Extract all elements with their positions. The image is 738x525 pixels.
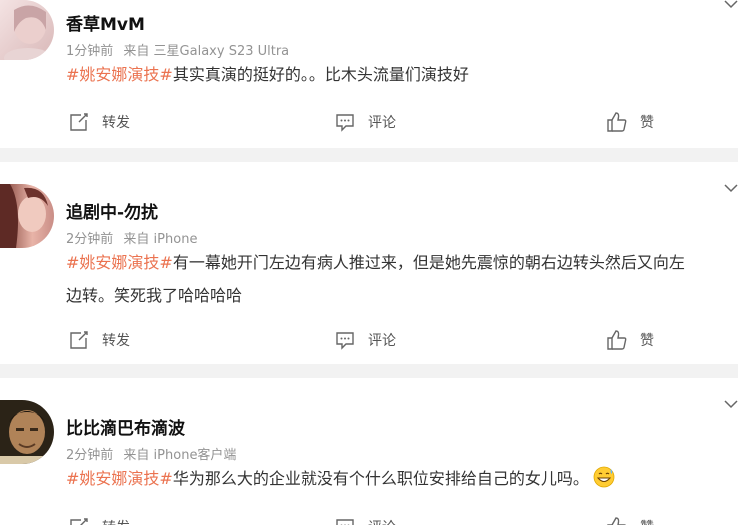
- comment-body: 有一幕她开门左边有病人推过来，但是她先震惊的朝右边转头然后又向左: [172, 253, 685, 272]
- comment-label: 评论: [368, 517, 396, 525]
- thumbs-up-icon: [607, 112, 627, 132]
- comment-body: 华为那么大的企业就没有个什么职位安排给自己的女儿吗。: [172, 469, 589, 488]
- username[interactable]: 香草MvM: [66, 10, 145, 35]
- like-label: 赞: [640, 115, 654, 131]
- comment-button[interactable]: 评论: [334, 515, 396, 525]
- share-icon: [70, 518, 88, 525]
- grin-sweat-emoji-icon: [593, 466, 615, 488]
- comment-icon: [336, 332, 354, 350]
- thumbs-up-icon: [607, 330, 627, 350]
- like-button[interactable]: 赞: [606, 515, 654, 525]
- timestamp: 2分钟前: [66, 232, 114, 247]
- separator: [0, 148, 738, 162]
- repost-label: 转发: [102, 517, 130, 525]
- topic-link[interactable]: #姚安娜演技#: [66, 253, 173, 272]
- comment-card: 香草MvM 1分钟前 来自 三星Galaxy S23 Ultra #姚安娜演技#…: [0, 0, 738, 148]
- comment-body: 其实真演的挺好的。。比木头流量们演技好: [172, 65, 469, 84]
- action-bar: 转发 评论 赞: [66, 515, 738, 525]
- comment-button[interactable]: 评论: [334, 110, 396, 134]
- topic-link[interactable]: #姚安娜演技#: [66, 65, 173, 84]
- username[interactable]: 比比滴巴布滴波: [66, 414, 185, 439]
- repost-label: 转发: [102, 333, 130, 349]
- like-button[interactable]: 赞: [606, 110, 654, 134]
- thumbs-up-icon: [607, 517, 627, 525]
- like-button[interactable]: 赞: [606, 328, 654, 352]
- comment-text: #姚安娜演技#有一幕她开门左边有病人推过来，但是她先震惊的朝右边转头然后又向左 …: [66, 246, 738, 312]
- source-device: 来自 iPhone: [123, 232, 198, 247]
- repost-label: 转发: [102, 115, 130, 131]
- topic-link[interactable]: #姚安娜演技#: [66, 469, 173, 488]
- source-device: 来自 三星Galaxy S23 Ultra: [123, 44, 290, 59]
- timestamp: 1分钟前: [66, 44, 114, 59]
- comment-label: 评论: [368, 333, 396, 349]
- chevron-down-icon[interactable]: [724, 184, 738, 194]
- separator: [0, 364, 738, 378]
- comment-text: #姚安娜演技#其实真演的挺好的。。比木头流量们演技好: [66, 58, 738, 91]
- action-bar: 转发 评论 赞: [66, 110, 738, 134]
- repost-button[interactable]: 转发: [68, 515, 130, 525]
- comment-label: 评论: [368, 115, 396, 131]
- comment-meta: 2分钟前 来自 iPhone: [66, 228, 203, 247]
- share-icon: [70, 331, 88, 349]
- comment-meta: 2分钟前 来自 iPhone客户端: [66, 444, 242, 463]
- timestamp: 2分钟前: [66, 448, 114, 463]
- action-bar: 转发 评论 赞: [66, 328, 738, 352]
- comment-meta: 1分钟前 来自 三星Galaxy S23 Ultra: [66, 40, 295, 59]
- username[interactable]: 追剧中-勿扰: [66, 198, 158, 223]
- like-label: 赞: [640, 333, 654, 349]
- chevron-down-icon[interactable]: [724, 400, 738, 410]
- like-label: 赞: [640, 517, 654, 525]
- comment-button[interactable]: 评论: [334, 328, 396, 352]
- source-device: 来自 iPhone客户端: [123, 448, 237, 463]
- avatar[interactable]: [0, 184, 54, 248]
- repost-button[interactable]: 转发: [68, 328, 130, 352]
- comment-icon: [336, 519, 354, 525]
- comment-icon: [336, 114, 354, 132]
- chevron-down-icon[interactable]: [724, 0, 738, 10]
- avatar[interactable]: [0, 400, 54, 464]
- comment-card: 追剧中-勿扰 2分钟前 来自 iPhone #姚安娜演技#有一幕她开门左边有病人…: [0, 162, 738, 362]
- share-icon: [70, 113, 88, 131]
- comment-body-continued: 边转。笑死我了哈哈哈哈: [66, 286, 243, 305]
- avatar[interactable]: [0, 0, 54, 60]
- comment-card: 比比滴巴布滴波 2分钟前 来自 iPhone客户端 #姚安娜演技#华为那么大的企…: [0, 378, 738, 525]
- comment-text: #姚安娜演技#华为那么大的企业就没有个什么职位安排给自己的女儿吗。: [66, 462, 738, 495]
- repost-button[interactable]: 转发: [68, 110, 130, 134]
